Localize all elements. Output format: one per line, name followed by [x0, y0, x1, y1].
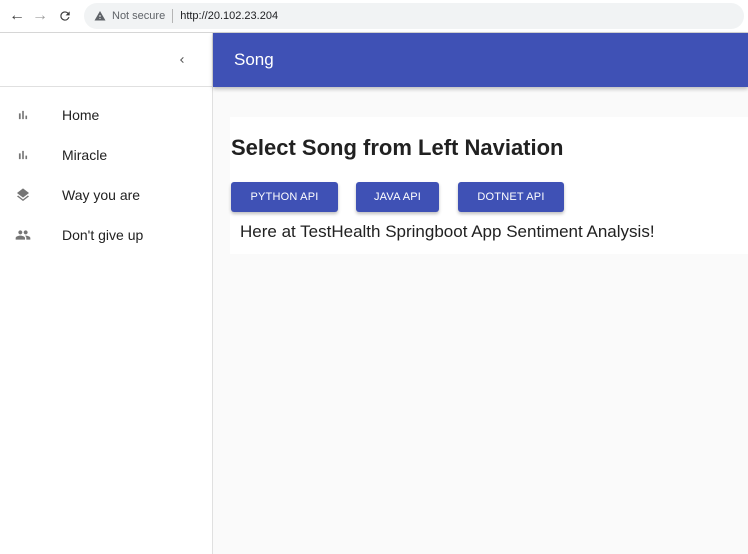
drawer-header: [0, 33, 212, 87]
reload-icon[interactable]: [54, 5, 76, 27]
java-api-button[interactable]: JAVA API: [356, 182, 439, 212]
app-bar: Song: [213, 33, 748, 87]
sidebar-item-label: Home: [62, 107, 100, 123]
bar-chart-icon: [15, 107, 31, 123]
sidebar-item-dont-give-up[interactable]: Don't give up: [0, 215, 212, 255]
sidebar-item-label: Don't give up: [62, 227, 144, 243]
layers-icon: [15, 187, 31, 203]
security-label: Not secure: [112, 10, 166, 22]
content-heading: Select Song from Left Naviation: [231, 135, 564, 160]
browser-toolbar: ← → Not secure http://20.102.23.204: [0, 0, 748, 33]
welcome-message: Here at TestHealth Springboot App Sentim…: [240, 222, 655, 241]
back-arrow-icon[interactable]: ←: [6, 5, 28, 27]
page-title: Song: [234, 50, 274, 69]
omnibox-divider: [172, 9, 174, 23]
people-icon: [15, 227, 31, 243]
sidebar-item-miracle[interactable]: Miracle: [0, 135, 212, 175]
sidebar-item-home[interactable]: Home: [0, 95, 212, 135]
navigation-drawer: Home Miracle Way you are Don't give up: [0, 33, 213, 554]
chevron-left-icon[interactable]: [172, 50, 192, 70]
sidebar-item-way-you-are[interactable]: Way you are: [0, 175, 212, 215]
sidebar-menu: Home Miracle Way you are Don't give up: [0, 87, 212, 255]
dotnet-api-button[interactable]: DOTNET API: [458, 182, 564, 212]
url-text[interactable]: http://20.102.23.204: [180, 10, 278, 22]
warning-icon: [94, 11, 106, 21]
address-bar[interactable]: Not secure http://20.102.23.204: [84, 3, 744, 29]
bar-chart-icon: [15, 147, 31, 163]
forward-arrow-icon[interactable]: →: [29, 5, 51, 27]
sidebar-item-label: Miracle: [62, 147, 108, 163]
sidebar-item-label: Way you are: [62, 187, 141, 203]
content-card: Select Song from Left Naviation PYTHON A…: [230, 117, 748, 254]
python-api-button[interactable]: PYTHON API: [231, 182, 338, 212]
